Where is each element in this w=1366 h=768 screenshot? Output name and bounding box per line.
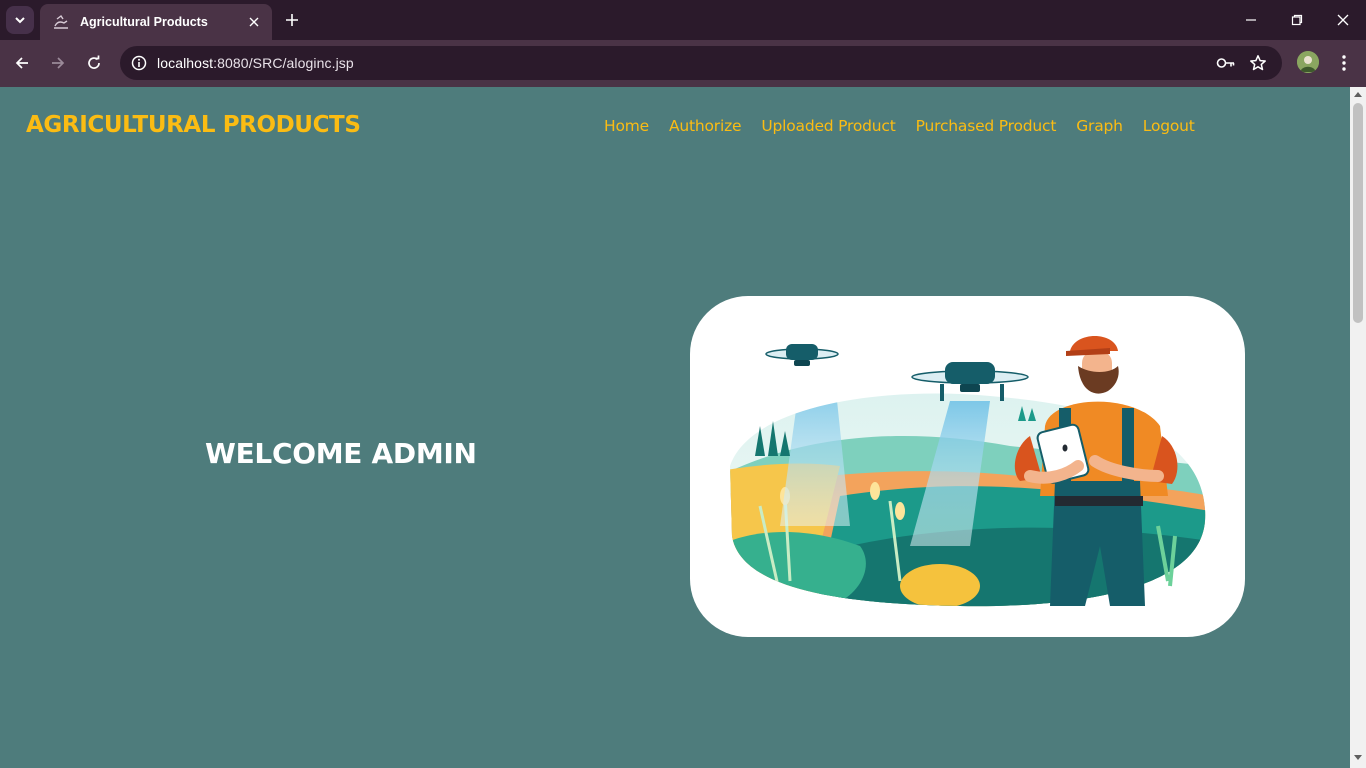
chevron-down-icon: [15, 17, 25, 24]
page-viewport: AGRICULTURAL PRODUCTS Home Authorize Upl…: [0, 87, 1350, 768]
welcome-heading: WELCOME ADMIN: [205, 437, 477, 470]
browser-menu-button[interactable]: [1333, 51, 1355, 75]
back-button[interactable]: [9, 50, 35, 76]
farmer-favicon-icon: [52, 13, 70, 31]
browser-tab[interactable]: Agricultural Products: [40, 4, 272, 40]
reload-icon: [88, 55, 100, 69]
site-info-button[interactable]: [128, 52, 150, 74]
tab-strip: Agricultural Products: [0, 0, 1366, 40]
nav-purchased-product[interactable]: Purchased Product: [916, 117, 1057, 135]
tab-close-button[interactable]: [246, 14, 262, 30]
avatar-icon: [1297, 51, 1319, 73]
bookmark-button[interactable]: [1247, 52, 1269, 74]
url-host: localhost: [157, 55, 214, 71]
nav-authorize[interactable]: Authorize: [669, 117, 742, 135]
browser-toolbar: localhost:8080/SRC/aloginc.jsp: [0, 40, 1366, 87]
url-path: :8080/SRC/aloginc.jsp: [213, 55, 354, 71]
address-bar[interactable]: localhost:8080/SRC/aloginc.jsp: [120, 46, 1282, 80]
site-brand[interactable]: AGRICULTURAL PRODUCTS: [26, 112, 361, 138]
minimize-button[interactable]: [1239, 8, 1263, 32]
new-tab-button[interactable]: [282, 10, 302, 30]
plus-icon: [286, 14, 298, 26]
close-window-button[interactable]: [1331, 8, 1355, 32]
scrollbar-thumb[interactable]: [1353, 103, 1363, 323]
farmer-drone-illustration: [730, 336, 1206, 607]
nav-uploaded-product[interactable]: Uploaded Product: [761, 117, 895, 135]
arrow-right-icon: [52, 57, 65, 69]
hero-illustration-card: [690, 296, 1245, 637]
vertical-scrollbar[interactable]: [1350, 87, 1366, 768]
tab-search-button[interactable]: [6, 6, 34, 34]
info-icon: [131, 55, 147, 71]
kebab-menu-icon: [1342, 55, 1346, 71]
nav-home[interactable]: Home: [604, 117, 649, 135]
close-icon: [249, 17, 259, 27]
scroll-up-arrow-icon[interactable]: [1354, 91, 1362, 97]
nav-graph[interactable]: Graph: [1076, 117, 1123, 135]
url-text: localhost:8080/SRC/aloginc.jsp: [157, 55, 354, 71]
key-icon: [1216, 58, 1235, 68]
star-icon: [1250, 55, 1266, 71]
nav-logout[interactable]: Logout: [1143, 117, 1195, 135]
restore-icon: [1291, 14, 1303, 26]
main-nav: Home Authorize Uploaded Product Purchase…: [604, 117, 1195, 135]
arrow-left-icon: [15, 57, 28, 69]
profile-avatar[interactable]: [1297, 51, 1319, 73]
minimize-icon: [1246, 19, 1256, 21]
scroll-down-arrow-icon[interactable]: [1354, 755, 1362, 761]
restore-button[interactable]: [1285, 8, 1309, 32]
tab-title: Agricultural Products: [80, 15, 208, 29]
reload-button[interactable]: [81, 50, 107, 76]
drone-left: [765, 344, 839, 366]
password-manager-button[interactable]: [1215, 52, 1237, 74]
forward-button[interactable]: [45, 50, 71, 76]
close-icon: [1337, 14, 1349, 26]
